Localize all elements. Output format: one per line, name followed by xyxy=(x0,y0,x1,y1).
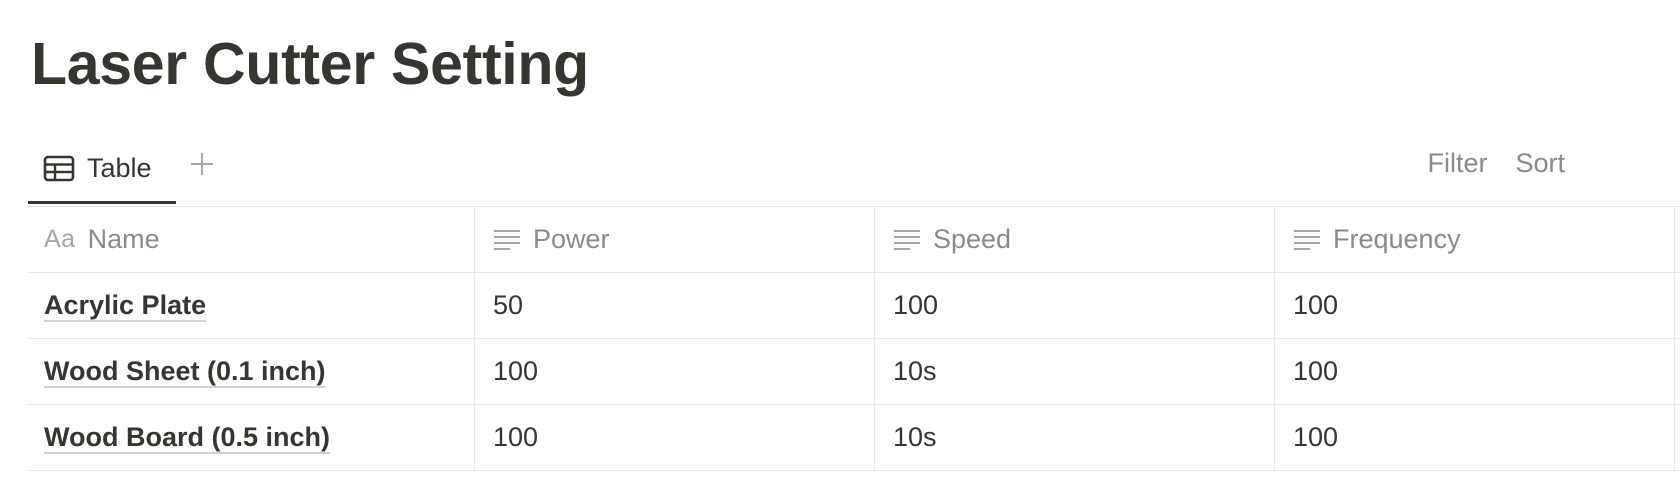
cell-frequency[interactable]: 100 xyxy=(1275,339,1675,404)
cell-speed[interactable]: 10s xyxy=(875,339,1275,404)
text-lines-icon xyxy=(893,227,921,253)
row-title[interactable]: Acrylic Plate xyxy=(44,290,206,321)
cell-name[interactable]: Acrylic Plate xyxy=(28,273,475,338)
cell-speed[interactable]: 10s xyxy=(875,405,1275,470)
text-lines-icon xyxy=(493,227,521,253)
row-title[interactable]: Wood Board (0.5 inch) xyxy=(44,422,330,453)
column-header-power[interactable]: Power xyxy=(475,207,875,272)
column-header-label: Frequency xyxy=(1333,224,1461,254)
column-end xyxy=(1675,405,1680,470)
column-end xyxy=(1675,273,1680,338)
table-row[interactable]: Wood Sheet (0.1 inch) 100 10s 100 xyxy=(28,339,1680,405)
view-bar: Table Filter Sort xyxy=(28,136,1680,207)
row-title[interactable]: Wood Sheet (0.1 inch) xyxy=(44,356,326,387)
cell-speed[interactable]: 100 xyxy=(875,273,1275,338)
column-header-name[interactable]: Aa Name xyxy=(28,207,475,272)
view-actions: Filter Sort xyxy=(1427,148,1565,179)
aa-title-icon: Aa xyxy=(44,225,76,253)
tab-table-view[interactable]: Table xyxy=(28,136,176,204)
page-title[interactable]: Laser Cutter Setting xyxy=(31,28,589,100)
cell-power[interactable]: 100 xyxy=(475,405,875,470)
page: Laser Cutter Setting Table Filter Sort A… xyxy=(0,0,1680,478)
column-header-label: Speed xyxy=(933,224,1012,254)
add-view-button[interactable] xyxy=(184,148,220,184)
cell-name[interactable]: Wood Board (0.5 inch) xyxy=(28,405,475,470)
table-row[interactable]: Wood Board (0.5 inch) 100 10s 100 xyxy=(28,405,1680,471)
cell-frequency[interactable]: 100 xyxy=(1275,405,1675,470)
plus-icon xyxy=(189,151,215,182)
column-header-speed[interactable]: Speed xyxy=(875,207,1275,272)
column-header-frequency[interactable]: Frequency xyxy=(1275,207,1675,272)
column-end xyxy=(1675,339,1680,404)
column-header-label: Power xyxy=(533,224,610,254)
filter-button[interactable]: Filter xyxy=(1427,148,1487,179)
cell-power[interactable]: 100 xyxy=(475,339,875,404)
table-row[interactable]: Acrylic Plate 50 100 100 xyxy=(28,273,1680,339)
table-header-row: Aa Name Power Speed Frequency xyxy=(28,207,1680,273)
column-header-label: Name xyxy=(87,224,160,254)
tab-table-label: Table xyxy=(87,153,152,183)
text-lines-icon xyxy=(1293,227,1321,253)
column-end xyxy=(1675,207,1680,272)
cell-power[interactable]: 50 xyxy=(475,273,875,338)
table-icon xyxy=(43,155,77,183)
cell-frequency[interactable]: 100 xyxy=(1275,273,1675,338)
sort-button[interactable]: Sort xyxy=(1515,148,1565,179)
cell-name[interactable]: Wood Sheet (0.1 inch) xyxy=(28,339,475,404)
database-table: Aa Name Power Speed Frequency Acrylic Pl… xyxy=(28,207,1680,471)
